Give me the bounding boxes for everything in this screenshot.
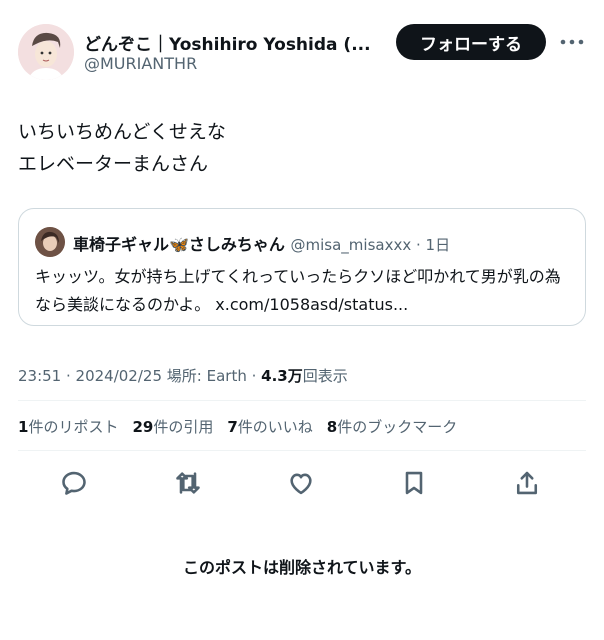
retweet-icon[interactable]: [170, 465, 206, 501]
bookmark-stat[interactable]: 8件のブックマーク: [327, 416, 457, 437]
author-display-name[interactable]: どんぞこ｜Yoshihiro Yoshida (...: [84, 30, 384, 55]
retweet-stat[interactable]: 1件のリポスト: [18, 416, 118, 437]
quote-stat[interactable]: 29件の引用: [132, 416, 213, 437]
reply-icon[interactable]: [56, 465, 92, 501]
tweet-line: いちいちめんどくせえな: [18, 121, 226, 143]
view-count: 4.3万: [261, 367, 303, 385]
tweet-line: エレベーターまんさん: [18, 153, 209, 175]
author-handle[interactable]: @MURIANTHR: [84, 54, 197, 73]
view-label: 回表示: [302, 367, 348, 385]
deleted-notice: このポストは削除されています。: [183, 558, 421, 577]
more-icon[interactable]: [558, 28, 586, 56]
divider: [18, 450, 586, 451]
share-icon[interactable]: [509, 465, 545, 501]
divider: [18, 400, 586, 401]
quoted-text: キッッツ。女が持ち上げてくれっていったらクソほど叩かれて男が乳の為なら美談になる…: [35, 267, 561, 314]
bookmark-icon[interactable]: [396, 465, 432, 501]
quoted-author-avatar: [35, 227, 65, 257]
quoted-tweet[interactable]: 車椅子ギャル🦋さしみちゃん @misa_misaxxx · 1日 キッッツ。女が…: [18, 208, 586, 326]
quoted-author-name: 車椅子ギャル🦋さしみちゃん: [73, 235, 285, 254]
engagement-stats: 1件のリポスト 29件の引用 7件のいいね 8件のブックマーク: [18, 416, 457, 437]
like-stat[interactable]: 7件のいいね: [227, 416, 312, 437]
tweet-timestamp[interactable]: 23:51 · 2024/02/25: [18, 367, 162, 385]
follow-button[interactable]: フォローする: [396, 24, 546, 60]
tweet-text: いちいちめんどくせえな エレベーターまんさん: [18, 116, 578, 180]
quoted-handle-date: @misa_misaxxx · 1日: [290, 236, 451, 254]
tweet-meta: 23:51 · 2024/02/25 場所: Earth · 4.3万回表示: [18, 367, 348, 385]
like-icon[interactable]: [283, 465, 319, 501]
quoted-author: 車椅子ギャル🦋さしみちゃん @misa_misaxxx · 1日: [73, 231, 450, 255]
action-bar: [0, 465, 604, 501]
author-avatar[interactable]: [18, 24, 74, 80]
tweet-location: 場所: Earth: [166, 367, 247, 385]
